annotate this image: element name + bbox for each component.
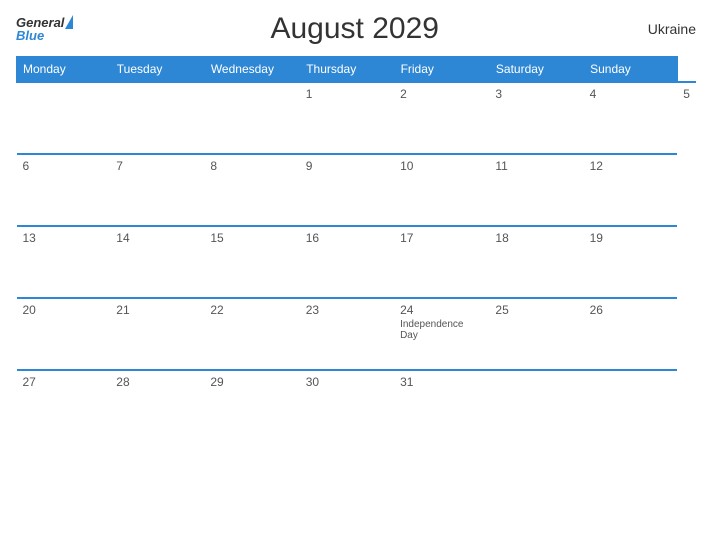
day-number: 2 [400,87,483,101]
day-number: 11 [495,159,577,173]
col-thursday: Thursday [300,57,394,83]
calendar-cell: 14 [110,226,204,298]
day-number: 4 [590,87,672,101]
calendar-title: August 2029 [73,12,636,46]
calendar-cell: 21 [110,298,204,370]
calendar-cell: 6 [17,154,111,226]
country-label: Ukraine [636,21,696,37]
calendar-cell [584,370,678,430]
calendar-cell: 18 [489,226,583,298]
calendar-cell: 20 [17,298,111,370]
col-saturday: Saturday [489,57,583,83]
calendar-cell: 3 [489,82,583,154]
day-number: 23 [306,303,388,317]
day-number: 15 [210,231,293,245]
day-number: 9 [306,159,388,173]
calendar-cell: 27 [17,370,111,430]
day-number: 31 [400,375,483,389]
calendar-cell: 11 [489,154,583,226]
day-number: 25 [495,303,577,317]
col-friday: Friday [394,57,489,83]
calendar-cell: 23 [300,298,394,370]
day-number: 14 [116,231,198,245]
day-number: 18 [495,231,577,245]
calendar-cell: 26 [584,298,678,370]
week-row-3: 13 14 15 16 17 18 19 [17,226,697,298]
calendar-cell [204,82,299,154]
calendar-page: General Blue August 2029 Ukraine Monday … [0,0,712,550]
calendar-cell: 15 [204,226,299,298]
logo-blue-text: Blue [16,28,44,43]
day-number: 30 [306,375,388,389]
calendar-cell: 5 [677,82,696,154]
day-number: 22 [210,303,293,317]
day-number: 3 [495,87,577,101]
calendar-cell: 17 [394,226,489,298]
day-number: 24 [400,303,483,317]
day-number: 26 [590,303,672,317]
holiday-label: Independence Day [400,319,483,341]
col-monday: Monday [17,57,111,83]
week-row-4: 20 21 22 23 24 Independence Day 25 26 [17,298,697,370]
calendar-cell [489,370,583,430]
logo: General Blue [16,15,73,43]
calendar-cell: 8 [204,154,299,226]
day-number: 20 [23,303,105,317]
calendar-cell: 12 [584,154,678,226]
col-sunday: Sunday [584,57,678,83]
calendar-cell: 1 [300,82,394,154]
calendar-cell: 29 [204,370,299,430]
calendar-cell: 19 [584,226,678,298]
calendar-cell: 30 [300,370,394,430]
calendar-cell: 9 [300,154,394,226]
calendar-cell: 24 Independence Day [394,298,489,370]
day-number: 12 [590,159,672,173]
logo-triangle-icon [65,15,73,29]
day-number: 6 [23,159,105,173]
calendar-cell: 31 [394,370,489,430]
day-number: 27 [23,375,105,389]
week-row-5: 27 28 29 30 31 [17,370,697,430]
calendar-cell: 10 [394,154,489,226]
day-number: 28 [116,375,198,389]
calendar-cell: 13 [17,226,111,298]
week-row-2: 6789 10 11 12 [17,154,697,226]
weekday-header-row: Monday Tuesday Wednesday Thursday Friday… [17,57,697,83]
col-wednesday: Wednesday [204,57,299,83]
calendar-table: Monday Tuesday Wednesday Thursday Friday… [16,56,696,430]
day-number: 16 [306,231,388,245]
week-row-1: 12345 [17,82,697,154]
day-number: 29 [210,375,293,389]
calendar-cell: 25 [489,298,583,370]
day-number: 17 [400,231,483,245]
calendar-cell [17,82,111,154]
calendar-cell [110,82,204,154]
col-tuesday: Tuesday [110,57,204,83]
day-number: 19 [590,231,672,245]
calendar-cell: 28 [110,370,204,430]
day-number: 7 [116,159,198,173]
calendar-cell: 2 [394,82,489,154]
calendar-cell: 4 [584,82,678,154]
day-number: 21 [116,303,198,317]
day-number: 8 [210,159,293,173]
calendar-cell: 22 [204,298,299,370]
calendar-cell: 7 [110,154,204,226]
header: General Blue August 2029 Ukraine [16,12,696,46]
day-number: 5 [683,87,690,101]
day-number: 13 [23,231,105,245]
calendar-cell: 16 [300,226,394,298]
day-number: 1 [306,87,388,101]
day-number: 10 [400,159,483,173]
